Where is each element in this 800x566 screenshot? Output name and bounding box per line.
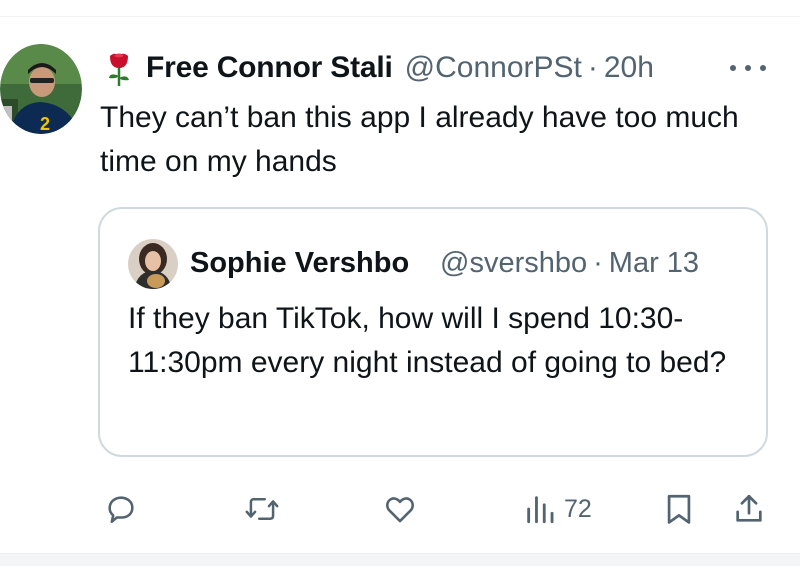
quoted-author-handle: @svershbo [440,246,588,279]
share-button[interactable] [732,484,766,534]
tweet-header: Free Connor Stali @ConnorPSt · 20h [104,46,654,90]
quoted-tweet-text: If they ban TikTok, how will I spend 10:… [128,302,727,379]
retweet-button[interactable] [244,484,280,534]
separator-dot: · [587,51,598,84]
rose-icon [104,48,134,88]
bookmark-icon [664,492,694,526]
tweet-text: They can’t ban this app I already have t… [100,101,739,178]
bookmark-button[interactable] [664,484,694,534]
top-divider [0,16,800,17]
quoted-tweet-header: Sophie Vershbo @svershbo · Mar 13 [190,243,699,283]
reply-icon [104,492,138,526]
views-icon [524,492,556,526]
more-icon[interactable] [730,58,766,78]
separator-dot: · [593,246,603,279]
like-button[interactable] [382,484,418,534]
tweet-timestamp[interactable]: 20h [604,51,654,85]
author-avatar[interactable]: 2 [0,44,82,134]
retweet-icon [244,492,280,526]
views-button[interactable]: 72 [524,484,592,534]
reply-button[interactable] [104,484,138,534]
quoted-author-avatar [128,239,178,289]
bottom-divider [0,553,800,566]
author-handle[interactable]: @ConnorPSt [405,51,582,85]
quoted-author-display-name: Sophie Vershbo [190,246,410,279]
tweet-action-bar: 72 [0,484,800,534]
quoted-tweet-timestamp: Mar 13 [608,246,700,279]
svg-text:2: 2 [40,114,50,134]
like-icon [382,492,418,526]
views-count: 72 [564,494,592,523]
author-display-name[interactable]: Free Connor Stali [146,51,393,85]
quoted-tweet-card[interactable]: Sophie Vershbo @svershbo · Mar 13 If the… [98,207,768,457]
share-icon [732,492,766,526]
